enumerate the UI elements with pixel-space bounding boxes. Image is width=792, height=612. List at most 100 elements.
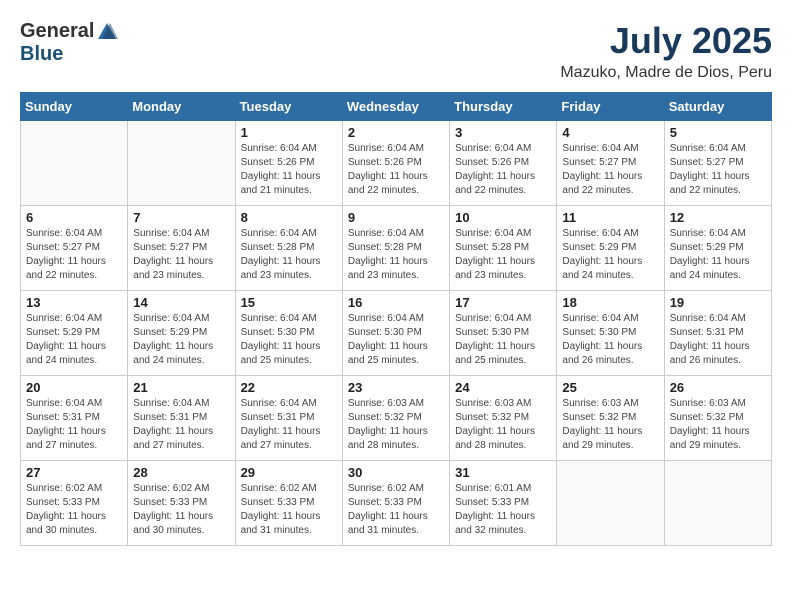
logo-icon xyxy=(96,21,118,43)
calendar-cell: 8 Sunrise: 6:04 AM Sunset: 5:28 PM Daylig… xyxy=(235,206,342,291)
day-info: Sunrise: 6:02 AM Sunset: 5:33 PM Dayligh… xyxy=(241,482,337,538)
day-info: Sunrise: 6:04 AM Sunset: 5:31 PM Dayligh… xyxy=(133,397,229,453)
day-info: Sunrise: 6:03 AM Sunset: 5:32 PM Dayligh… xyxy=(348,397,444,453)
day-info: Sunrise: 6:04 AM Sunset: 5:31 PM Dayligh… xyxy=(670,312,766,368)
calendar-header-row: SundayMondayTuesdayWednesdayThursdayFrid… xyxy=(21,93,772,121)
day-number: 27 xyxy=(26,465,122,480)
day-number: 12 xyxy=(670,210,766,225)
calendar-cell: 25Sunrise: 6:03 AM Sunset: 5:32 PM Dayli… xyxy=(557,376,664,461)
day-number: 24 xyxy=(455,380,551,395)
day-info: Sunrise: 6:04 AM Sunset: 5:29 PM Dayligh… xyxy=(26,312,122,368)
calendar-cell: 14Sunrise: 6:04 AM Sunset: 5:29 PM Dayli… xyxy=(128,291,235,376)
day-info: Sunrise: 6:04 AM Sunset: 5:29 PM Dayligh… xyxy=(562,227,658,283)
day-number: 29 xyxy=(241,465,337,480)
calendar-cell: 28 Sunrise: 6:02 AM Sunset: 5:33 PM Dayli… xyxy=(128,461,235,546)
day-info: Sunrise: 6:03 AM Sunset: 5:32 PM Dayligh… xyxy=(455,397,551,453)
day-info: Sunrise: 6:04 AM Sunset: 5:29 PM Dayligh… xyxy=(670,227,766,283)
day-number: 22 xyxy=(241,380,337,395)
calendar-cell: 22 Sunrise: 6:04 AM Sunset: 5:31 PM Dayli… xyxy=(235,376,342,461)
day-number: 2 xyxy=(348,125,444,140)
day-number: 25 xyxy=(562,380,658,395)
day-info: Sunrise: 6:02 AM Sunset: 5:33 PM Dayligh… xyxy=(133,482,229,538)
calendar-cell: 2 Sunrise: 6:04 AM Sunset: 5:26 PM Daylig… xyxy=(342,121,449,206)
location-subtitle: Mazuko, Madre de Dios, Peru xyxy=(560,64,772,82)
day-number: 7 xyxy=(133,210,229,225)
calendar-cell: 5Sunrise: 6:04 AM Sunset: 5:27 PM Daylig… xyxy=(664,121,771,206)
day-info: Sunrise: 6:03 AM Sunset: 5:32 PM Dayligh… xyxy=(670,397,766,453)
day-info: Sunrise: 6:04 AM Sunset: 5:30 PM Dayligh… xyxy=(455,312,551,368)
day-number: 28 xyxy=(133,465,229,480)
day-number: 31 xyxy=(455,465,551,480)
calendar-cell xyxy=(128,121,235,206)
calendar-cell: 1 Sunrise: 6:04 AM Sunset: 5:26 PM Daylig… xyxy=(235,121,342,206)
logo-general-text: General xyxy=(20,20,94,43)
day-number: 26 xyxy=(670,380,766,395)
day-info: Sunrise: 6:04 AM Sunset: 5:27 PM Dayligh… xyxy=(26,227,122,283)
day-info: Sunrise: 6:04 AM Sunset: 5:27 PM Dayligh… xyxy=(562,142,658,198)
column-header-sunday: Sunday xyxy=(21,93,128,121)
month-year-title: July 2025 xyxy=(560,20,772,62)
calendar-cell: 15 Sunrise: 6:04 AM Sunset: 5:30 PM Dayli… xyxy=(235,291,342,376)
calendar-cell: 27 Sunrise: 6:02 AM Sunset: 5:33 PM Dayli… xyxy=(21,461,128,546)
calendar-cell: 12 Sunrise: 6:04 AM Sunset: 5:29 PM Dayli… xyxy=(664,206,771,291)
calendar-cell: 26 Sunrise: 6:03 AM Sunset: 5:32 PM Dayli… xyxy=(664,376,771,461)
logo: General Blue xyxy=(20,20,118,66)
page-header: General Blue July 2025 Mazuko, Madre de … xyxy=(20,20,772,82)
day-info: Sunrise: 6:04 AM Sunset: 5:26 PM Dayligh… xyxy=(348,142,444,198)
calendar-cell: 18Sunrise: 6:04 AM Sunset: 5:30 PM Dayli… xyxy=(557,291,664,376)
day-number: 30 xyxy=(348,465,444,480)
calendar-week-2: 6 Sunrise: 6:04 AM Sunset: 5:27 PM Daylig… xyxy=(21,206,772,291)
day-number: 9 xyxy=(348,210,444,225)
calendar-week-3: 13 Sunrise: 6:04 AM Sunset: 5:29 PM Dayli… xyxy=(21,291,772,376)
calendar-cell: 23 Sunrise: 6:03 AM Sunset: 5:32 PM Dayli… xyxy=(342,376,449,461)
day-number: 10 xyxy=(455,210,551,225)
day-info: Sunrise: 6:04 AM Sunset: 5:27 PM Dayligh… xyxy=(133,227,229,283)
day-info: Sunrise: 6:04 AM Sunset: 5:30 PM Dayligh… xyxy=(241,312,337,368)
column-header-friday: Friday xyxy=(557,93,664,121)
calendar-cell: 30 Sunrise: 6:02 AM Sunset: 5:33 PM Dayli… xyxy=(342,461,449,546)
day-info: Sunrise: 6:04 AM Sunset: 5:28 PM Dayligh… xyxy=(348,227,444,283)
calendar-cell: 19 Sunrise: 6:04 AM Sunset: 5:31 PM Dayli… xyxy=(664,291,771,376)
column-header-thursday: Thursday xyxy=(450,93,557,121)
day-number: 21 xyxy=(133,380,229,395)
day-info: Sunrise: 6:04 AM Sunset: 5:26 PM Dayligh… xyxy=(241,142,337,198)
calendar-cell xyxy=(21,121,128,206)
calendar-cell: 6 Sunrise: 6:04 AM Sunset: 5:27 PM Daylig… xyxy=(21,206,128,291)
day-number: 17 xyxy=(455,295,551,310)
day-number: 20 xyxy=(26,380,122,395)
calendar-cell: 11 Sunrise: 6:04 AM Sunset: 5:29 PM Dayli… xyxy=(557,206,664,291)
day-number: 1 xyxy=(241,125,337,140)
day-number: 8 xyxy=(241,210,337,225)
calendar-cell: 13 Sunrise: 6:04 AM Sunset: 5:29 PM Dayli… xyxy=(21,291,128,376)
day-number: 23 xyxy=(348,380,444,395)
day-number: 14 xyxy=(133,295,229,310)
day-info: Sunrise: 6:02 AM Sunset: 5:33 PM Dayligh… xyxy=(26,482,122,538)
calendar-cell: 7 Sunrise: 6:04 AM Sunset: 5:27 PM Daylig… xyxy=(128,206,235,291)
day-info: Sunrise: 6:04 AM Sunset: 5:30 PM Dayligh… xyxy=(562,312,658,368)
day-number: 11 xyxy=(562,210,658,225)
day-info: Sunrise: 6:04 AM Sunset: 5:26 PM Dayligh… xyxy=(455,142,551,198)
calendar-cell: 21 Sunrise: 6:04 AM Sunset: 5:31 PM Dayli… xyxy=(128,376,235,461)
day-info: Sunrise: 6:04 AM Sunset: 5:30 PM Dayligh… xyxy=(348,312,444,368)
day-info: Sunrise: 6:04 AM Sunset: 5:31 PM Dayligh… xyxy=(241,397,337,453)
day-info: Sunrise: 6:02 AM Sunset: 5:33 PM Dayligh… xyxy=(348,482,444,538)
calendar-cell: 3Sunrise: 6:04 AM Sunset: 5:26 PM Daylig… xyxy=(450,121,557,206)
day-number: 4 xyxy=(562,125,658,140)
column-header-tuesday: Tuesday xyxy=(235,93,342,121)
title-section: July 2025 Mazuko, Madre de Dios, Peru xyxy=(560,20,772,82)
calendar-week-1: 1 Sunrise: 6:04 AM Sunset: 5:26 PM Daylig… xyxy=(21,121,772,206)
day-number: 13 xyxy=(26,295,122,310)
calendar-cell: 17 Sunrise: 6:04 AM Sunset: 5:30 PM Dayli… xyxy=(450,291,557,376)
calendar-table: SundayMondayTuesdayWednesdayThursdayFrid… xyxy=(20,92,772,546)
day-number: 15 xyxy=(241,295,337,310)
day-number: 19 xyxy=(670,295,766,310)
calendar-cell xyxy=(664,461,771,546)
calendar-week-4: 20 Sunrise: 6:04 AM Sunset: 5:31 PM Dayli… xyxy=(21,376,772,461)
day-number: 16 xyxy=(348,295,444,310)
day-number: 6 xyxy=(26,210,122,225)
day-info: Sunrise: 6:04 AM Sunset: 5:28 PM Dayligh… xyxy=(241,227,337,283)
calendar-cell: 29 Sunrise: 6:02 AM Sunset: 5:33 PM Dayli… xyxy=(235,461,342,546)
calendar-cell: 24 Sunrise: 6:03 AM Sunset: 5:32 PM Dayli… xyxy=(450,376,557,461)
calendar-cell: 4 Sunrise: 6:04 AM Sunset: 5:27 PM Daylig… xyxy=(557,121,664,206)
column-header-monday: Monday xyxy=(128,93,235,121)
